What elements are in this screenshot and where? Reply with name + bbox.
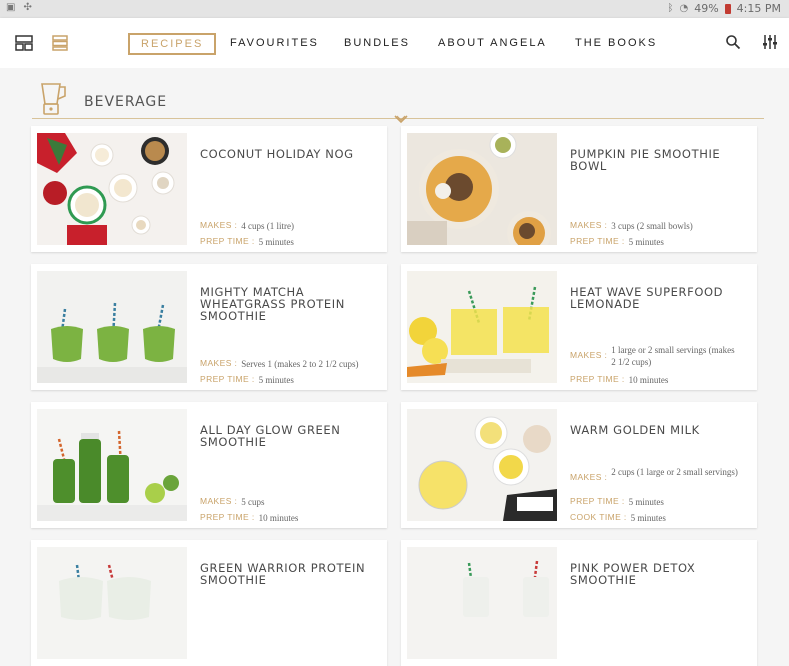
recipe-card[interactable]: MIGHTY MATCHA WHEATGRASS PROTEIN SMOOTHI… [31, 264, 387, 390]
prep-time-value: 10 minutes [258, 513, 299, 523]
recipe-card[interactable]: PUMPKIN PIE SMOOTHIE BOWL MAKES :3 cups … [401, 126, 757, 252]
recipe-photo [407, 547, 557, 659]
prep-time-label: PREP TIME : [570, 236, 625, 246]
prep-time-label: PREP TIME : [570, 496, 625, 506]
prep-time-row: PREP TIME :5 minutes [570, 236, 664, 248]
recipe-card[interactable]: PINK POWER DETOX SMOOTHIE [401, 540, 757, 666]
recipe-photo [37, 409, 187, 521]
cook-time-label: COOK TIME : [570, 512, 627, 522]
clock: 4:15 PM [736, 2, 781, 15]
prep-time-row: PREP TIME :5 minutes [570, 496, 664, 508]
nav-the-books[interactable]: THE BOOKS [575, 37, 657, 49]
recipe-photo [37, 271, 187, 383]
recipe-title: COCONUT HOLIDAY NOG [200, 147, 354, 161]
prep-time-row: PREP TIME :5 minutes [200, 236, 294, 248]
makes-value: Serves 1 (makes 2 to 2 1/2 cups) [241, 359, 359, 369]
prep-time-value: 5 minutes [628, 497, 664, 507]
filter-icon[interactable] [762, 34, 778, 55]
cook-time-value: 5 minutes [630, 513, 666, 523]
notification-icon: ▣ [6, 2, 16, 13]
makes-value: 2 cups (1 large or 2 small servings) [611, 467, 738, 477]
recipe-title: WARM GOLDEN MILK [570, 423, 700, 437]
makes-label: MAKES : [200, 220, 238, 230]
prep-time-label: PREP TIME : [200, 374, 255, 384]
makes-label: MAKES : [570, 350, 608, 360]
prep-time-value: 10 minutes [628, 375, 669, 385]
nav-favourites[interactable]: FAVOURITES [230, 37, 319, 49]
makes-row: MAKES :4 cups (1 litre) [200, 220, 294, 232]
cook-time-row: COOK TIME :5 minutes [570, 512, 666, 524]
makes-row: MAKES :5 cups [200, 496, 265, 508]
bluetooth-icon: ᛒ [667, 3, 674, 14]
recipe-photo [37, 547, 187, 659]
makes-row: MAKES :3 cups (2 small bowls) [570, 220, 693, 232]
recipe-title: ALL DAY GLOW GREEN SMOOTHIE [200, 423, 341, 449]
makes-value: 1 large or 2 small servings (makes 2 1/2… [611, 345, 735, 367]
recipe-title: GREEN WARRIOR PROTEIN SMOOTHIE [200, 561, 366, 587]
list-view-icon[interactable] [52, 35, 68, 56]
prep-time-label: PREP TIME : [570, 374, 625, 384]
recipe-photo [407, 409, 557, 521]
prep-time-label: PREP TIME : [200, 512, 255, 522]
recipe-photo [407, 271, 557, 383]
makes-label: MAKES : [200, 358, 238, 368]
recipe-title: HEAT WAVE SUPERFOOD LEMONADE [570, 285, 724, 311]
section-header: BEVERAGE [32, 78, 764, 124]
section-title: BEVERAGE [84, 94, 168, 110]
prep-time-value: 5 minutes [628, 237, 664, 247]
makes-label: MAKES : [200, 496, 238, 506]
prep-time-row: PREP TIME :5 minutes [200, 374, 294, 386]
makes-row: MAKES : Serves 1 (makes 2 to 2 1/2 cups) [200, 358, 359, 370]
makes-label: MAKES : [570, 220, 608, 230]
sync-icon: ✣ [23, 2, 32, 13]
blender-icon [38, 82, 68, 121]
recipe-photo [407, 133, 557, 245]
recipe-card[interactable]: HEAT WAVE SUPERFOOD LEMONADE MAKES :1 la… [401, 264, 757, 390]
prep-time-row: PREP TIME :10 minutes [200, 512, 298, 524]
grid-view-icon[interactable] [15, 35, 33, 56]
search-icon[interactable] [725, 34, 741, 55]
makes-label: MAKES : [570, 472, 608, 482]
nav-about-angela[interactable]: ABOUT ANGELA [438, 37, 547, 49]
status-bar: ▣ ✣ ᛒ ◔ 49% 4:15 PM [0, 0, 789, 18]
makes-value: 4 cups (1 litre) [241, 221, 295, 231]
makes-value: 5 cups [241, 497, 265, 507]
top-navigation: RECIPES FAVOURITES BUNDLES ABOUT ANGELA … [0, 18, 789, 68]
recipe-title: PINK POWER DETOX SMOOTHIE [570, 561, 696, 587]
recipe-title: PUMPKIN PIE SMOOTHIE BOWL [570, 147, 721, 173]
makes-value: 3 cups (2 small bowls) [611, 221, 693, 231]
prep-time-row: PREP TIME :10 minutes [570, 374, 668, 386]
recipe-card[interactable]: GREEN WARRIOR PROTEIN SMOOTHIE [31, 540, 387, 666]
makes-row: MAKES :1 large or 2 small servings (make… [570, 344, 741, 368]
makes-row: MAKES :2 cups (1 large or 2 small servin… [570, 466, 738, 482]
recipe-card[interactable]: ALL DAY GLOW GREEN SMOOTHIE MAKES :5 cup… [31, 402, 387, 528]
battery-icon [724, 3, 731, 14]
recipe-photo [37, 133, 187, 245]
prep-time-value: 5 minutes [258, 237, 294, 247]
wifi-icon: ◔ [679, 3, 689, 14]
nav-recipes[interactable]: RECIPES [128, 33, 217, 55]
recipe-title: MIGHTY MATCHA WHEATGRASS PROTEIN SMOOTHI… [200, 285, 345, 323]
recipe-list: BEVERAGE COCONUT HOLIDAY NOG MAKES :4 cu… [0, 68, 789, 666]
prep-time-label: PREP TIME : [200, 236, 255, 246]
battery-percent: 49% [694, 2, 719, 15]
recipe-card[interactable]: COCONUT HOLIDAY NOG MAKES :4 cups (1 lit… [31, 126, 387, 252]
recipe-card[interactable]: WARM GOLDEN MILK MAKES :2 cups (1 large … [401, 402, 757, 528]
nav-bundles[interactable]: BUNDLES [344, 37, 410, 49]
prep-time-value: 5 minutes [258, 375, 294, 385]
